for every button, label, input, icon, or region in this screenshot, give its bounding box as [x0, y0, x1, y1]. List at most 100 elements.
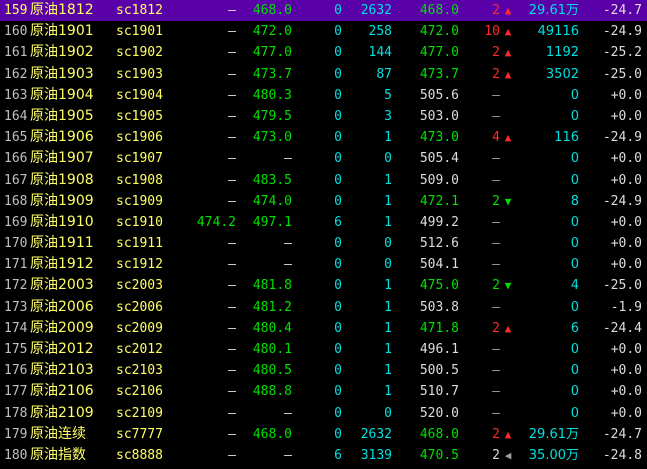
- row-number: 167: [4, 172, 28, 188]
- ask-volume: 1: [384, 363, 392, 379]
- ask-volume: 0: [384, 151, 392, 167]
- ask-price: 468.0: [252, 3, 292, 18]
- row-number: 179: [4, 426, 28, 442]
- quote-row[interactable]: 176 原油2103 sc2103–480.5 0 1 500.5–0 +0.0: [0, 360, 647, 381]
- contract-code: sc7777: [116, 426, 163, 442]
- ask-volume: 1: [384, 278, 392, 294]
- ask-volume: 1: [384, 130, 392, 146]
- quote-row[interactable]: 178 原油2109 sc2109 – – 0 0 520.0 – 0 +0.0: [0, 403, 647, 424]
- price-change: +0.0: [610, 405, 642, 421]
- row-number: 175: [4, 342, 28, 357]
- quote-row[interactable]: 180 原油指数 sc8888 – – 6 3139 470.5 2 ◀ 35.00万 -24.8: [0, 445, 647, 466]
- last-price: 470.5: [419, 447, 459, 463]
- price-change: +0.0: [610, 108, 642, 124]
- ask-price: –: [284, 405, 292, 421]
- row-number: 169: [4, 214, 28, 230]
- quote-row[interactable]: 170 原油1911 sc1911 – – 0 0 512.6 – 0 +0.0: [0, 233, 647, 254]
- quote-row[interactable]: 173 原油2006 sc2006–481.2 0 1 503.8–0 -1.9: [0, 297, 647, 318]
- row-number: 173: [4, 299, 28, 315]
- quote-row[interactable]: 179 原油连续 sc7777–468.0 0 2632 468.0 2 ▲ 29.61万 -24…: [0, 424, 647, 445]
- total-volume: 0: [570, 236, 579, 252]
- contract-code: sc1912: [116, 257, 163, 273]
- ask-price: –: [284, 236, 292, 252]
- last-price: 496.1: [419, 342, 459, 357]
- bid-volume: 0: [334, 24, 342, 40]
- ask-price: –: [284, 447, 292, 463]
- quote-row[interactable]: 171 原油1912 sc1912 – – 0 0 504.1 – 0 +0.0: [0, 254, 647, 275]
- trend-icon: [501, 339, 515, 360]
- price-change: -24.9: [602, 130, 642, 146]
- last-volume: –: [492, 384, 500, 400]
- bid-price: –: [228, 193, 236, 209]
- bid-volume: 0: [334, 363, 342, 379]
- price-change: -24.8: [602, 447, 642, 463]
- last-volume: 2: [492, 193, 500, 209]
- contract-code: sc1903: [116, 66, 163, 82]
- contract-code: sc1905: [116, 108, 163, 124]
- row-number: 159: [4, 3, 28, 18]
- total-volume: 35.00万: [528, 447, 579, 463]
- quote-row[interactable]: 166 原油1907 sc1907 – – 0 0 505.4 – 0 +0.0: [0, 148, 647, 169]
- bid-price: –: [228, 342, 236, 357]
- price-change: +0.0: [610, 342, 642, 357]
- ask-volume: 1: [384, 320, 392, 336]
- quote-row[interactable]: 165 原油1906 sc1906–473.0 0 1 473.0 4 ▲ 116 -24.9: [0, 127, 647, 148]
- last-volume: 2: [492, 447, 500, 463]
- last-price: 500.5: [419, 363, 459, 379]
- contract-name: 原油1908: [30, 171, 94, 188]
- contract-code: sc2106: [116, 384, 163, 400]
- total-volume: 0: [570, 87, 579, 103]
- bid-price: –: [228, 363, 236, 379]
- bid-price: –: [228, 24, 236, 40]
- quote-row[interactable]: 169 原油1910 sc1910 474.2 497.1 6 1 499.2 – 0 +0.0: [0, 212, 647, 233]
- bid-price: –: [228, 108, 236, 124]
- quote-row[interactable]: 163 原油1904 sc1904–480.3 0 5 505.6–0 +0.0: [0, 85, 647, 106]
- up-arrow-icon: ▲: [504, 25, 512, 39]
- quote-row[interactable]: 159 原油1812 sc1812 – 468.0 0 2632 468.0 2 ▲ 29.61万 -…: [0, 0, 647, 22]
- bid-volume: 6: [334, 447, 342, 463]
- ask-price: 477.0: [252, 45, 292, 61]
- ask-price: 481.8: [252, 278, 292, 294]
- last-price: 504.1: [419, 257, 459, 273]
- quote-row[interactable]: 161 原油1902 sc1902–477.0 0 144 477.0 2 ▲ 1192 -25.…: [0, 42, 647, 63]
- ask-volume: 1: [384, 193, 392, 209]
- quote-row[interactable]: 160 原油1901 sc1901–472.0 0 258 472.0 10 ▲ 49116 -2…: [0, 21, 647, 42]
- contract-name: 原油连续: [30, 425, 86, 442]
- last-volume: –: [492, 405, 500, 421]
- last-price: 472.1: [419, 193, 459, 209]
- row-number: 160: [4, 24, 28, 40]
- quote-row[interactable]: 168 原油1909 sc1909 –474.0 0 1 472.1 2 ▼ 8 -24.9: [0, 191, 647, 212]
- row-number: 180: [4, 447, 28, 463]
- quote-row[interactable]: 177 原油2106 sc2106–488.8 0 1 510.7–0 +0.0: [0, 381, 647, 402]
- bid-volume: 0: [334, 151, 342, 167]
- ask-price: 480.4: [252, 320, 292, 336]
- bid-price: –: [228, 87, 236, 103]
- bid-price: –: [228, 278, 236, 294]
- bid-volume: 0: [334, 278, 342, 294]
- quote-row[interactable]: 164 原油1905 sc1905–479.5 0 3 503.0–0 +0.0: [0, 106, 647, 127]
- bid-volume: 0: [334, 342, 342, 357]
- bid-volume: 0: [334, 320, 342, 336]
- total-volume: 1192: [545, 45, 579, 61]
- quote-row[interactable]: 174 原油2009 sc2009 –480.4 0 1 471.8 2 ▲ 6 -24.4: [0, 318, 647, 339]
- quote-row[interactable]: 175 原油2012 sc2012 – 480.1 0 1 496.1 – 0 +0.0: [0, 339, 647, 360]
- quote-row[interactable]: 172 原油2003 sc2003 –481.8 0 1 475.0 2 ▼ 4 -25.0: [0, 275, 647, 296]
- row-number: 161: [4, 45, 28, 61]
- quote-row[interactable]: 162 原油1903 sc1903–473.7 0 87 473.7 2 ▲ 3502 -25.0: [0, 64, 647, 85]
- bid-price: –: [228, 426, 236, 442]
- contract-code: sc1907: [116, 151, 163, 167]
- last-price: 475.0: [419, 278, 459, 294]
- contract-code: sc1904: [116, 87, 163, 103]
- total-volume: 0: [570, 257, 579, 273]
- last-volume: 4: [492, 130, 500, 146]
- up-arrow-icon: ▲: [504, 4, 512, 17]
- last-volume: –: [492, 257, 500, 273]
- ask-price: 480.1: [252, 342, 292, 357]
- row-number: 168: [4, 193, 28, 209]
- quote-row[interactable]: 167 原油1908 sc1908–483.5 0 1 509.0–0 +0.0: [0, 170, 647, 191]
- bid-price: –: [228, 151, 236, 167]
- contract-name: 原油1812: [30, 2, 94, 18]
- price-change: -25.2: [602, 45, 642, 61]
- bid-volume: 0: [334, 405, 342, 421]
- last-volume: –: [492, 299, 500, 315]
